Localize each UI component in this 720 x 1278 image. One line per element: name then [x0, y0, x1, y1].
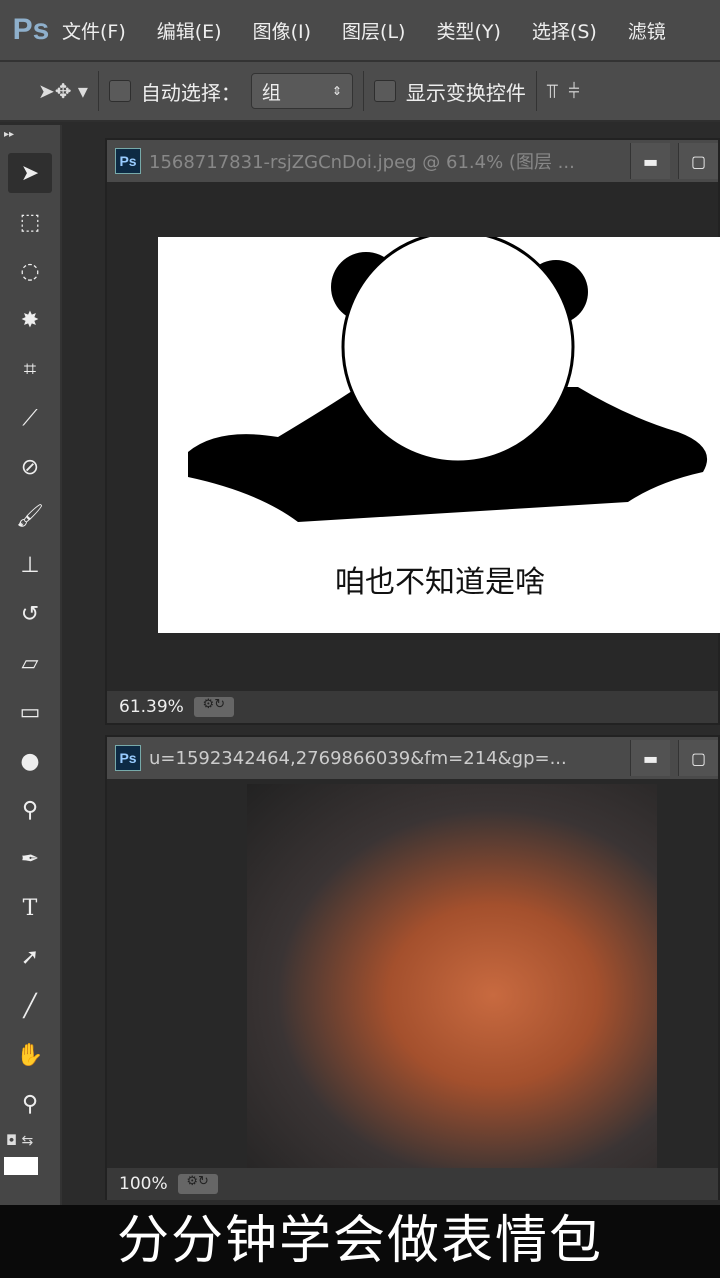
maximize-button[interactable]: ▢: [678, 740, 718, 776]
document-canvas[interactable]: [107, 779, 718, 1168]
zoom-tool-icon[interactable]: ⚲: [8, 1084, 52, 1124]
move-tool-preset-icon[interactable]: ➤✥ ▾: [38, 79, 88, 103]
status-menu-icon[interactable]: ⚙↻: [177, 1174, 218, 1194]
magic-wand-icon[interactable]: ✸: [8, 300, 52, 340]
document-window-2: Ps u=1592342464,2769866039&fm=214&gp=...…: [105, 735, 720, 1200]
photoshop-logo: Ps: [12, 13, 50, 46]
status-menu-icon[interactable]: ⚙↻: [193, 697, 234, 717]
menu-select[interactable]: 选择(S): [532, 17, 597, 44]
auto-select-checkbox[interactable]: [108, 80, 131, 102]
document-title: u=1592342464,2769866039&fm=214&gp=...: [149, 747, 567, 769]
menu-layer[interactable]: 图层(L): [342, 17, 405, 44]
dodge-tool-icon[interactable]: ⚲: [8, 790, 52, 830]
maximize-button[interactable]: ▢: [678, 143, 718, 179]
zoom-level[interactable]: 100%: [119, 1174, 168, 1194]
healing-brush-icon[interactable]: ⊘: [8, 447, 52, 487]
minimize-button[interactable]: ▬: [630, 740, 670, 776]
divider: [97, 71, 99, 111]
eyedropper-icon[interactable]: ⟋: [8, 398, 52, 438]
dropdown-value: 组: [261, 81, 281, 104]
document-window-1: Ps 1568717831-rsjZGCnDoi.jpeg @ 61.4% (图…: [105, 138, 720, 725]
auto-select-dropdown[interactable]: 组 ⇕: [250, 73, 353, 109]
lasso-tool-icon[interactable]: ◌: [8, 251, 52, 291]
document-title: 1568717831-rsjZGCnDoi.jpeg @ 61.4% (图层 .…: [149, 152, 575, 173]
clone-stamp-icon[interactable]: ⊥: [8, 545, 52, 585]
document-canvas[interactable]: 咱也不知道是啥: [107, 182, 720, 691]
brush-tool-icon[interactable]: 🖌: [8, 496, 52, 536]
menu-type[interactable]: 类型(Y): [436, 17, 500, 44]
menu-edit[interactable]: 编辑(E): [157, 17, 222, 44]
document-titlebar[interactable]: Ps u=1592342464,2769866039&fm=214&gp=...…: [107, 737, 718, 779]
type-tool-icon[interactable]: T: [8, 888, 52, 928]
divider: [362, 71, 364, 111]
show-transform-label: 显示变换控件: [405, 80, 526, 105]
auto-select-label: 自动选择：: [140, 80, 241, 105]
align-top-icon[interactable]: ⫪: [547, 79, 558, 103]
status-bar: 100% ⚙↻: [107, 1168, 718, 1200]
divider: [535, 71, 537, 111]
panda-illustration: [188, 230, 708, 522]
move-tool-icon[interactable]: ➤: [8, 153, 52, 193]
options-bar: ➤✥ ▾ 自动选择： 组 ⇕ 显示变换控件 ⫪ ⫩: [0, 62, 720, 122]
line-tool-icon[interactable]: ╱: [8, 986, 52, 1026]
menu-bar: Ps 文件(F) 编辑(E) 图像(I) 图层(L) 类型(Y) 选择(S) 滤…: [0, 0, 720, 62]
updown-icon: ⇕: [331, 84, 342, 98]
laughing-man-photo: [247, 784, 657, 1168]
eraser-icon[interactable]: ▱: [8, 643, 52, 683]
tools-panel: ▸▸ ➤ ⬚ ◌ ✸ ⌗ ⟋ ⊘ 🖌 ⊥ ↺ ▱ ▭ ● ⚲ ✒ T ➚ ╱ ✋…: [0, 125, 62, 1215]
ps-file-icon: Ps: [115, 745, 141, 771]
hand-tool-icon[interactable]: ✋: [8, 1035, 52, 1075]
crop-tool-icon[interactable]: ⌗: [8, 349, 52, 389]
collapse-icon[interactable]: ▸▸: [0, 125, 60, 153]
menu-image[interactable]: 图像(I): [253, 17, 311, 44]
align-middle-icon[interactable]: ⫩: [568, 79, 579, 103]
path-selection-icon[interactable]: ➚: [8, 937, 52, 977]
foreground-color-swatch[interactable]: [4, 1157, 38, 1175]
blur-tool-icon[interactable]: ●: [8, 741, 52, 781]
menu-filter[interactable]: 滤镜: [628, 17, 666, 44]
meme-caption: 咱也不知道是啥: [335, 565, 545, 600]
minimize-button[interactable]: ▬: [630, 143, 670, 179]
zoom-level[interactable]: 61.39%: [119, 697, 184, 717]
video-caption: 分分钟学会做表情包: [0, 1205, 720, 1278]
document-titlebar[interactable]: Ps 1568717831-rsjZGCnDoi.jpeg @ 61.4% (图…: [107, 140, 718, 182]
menu-file[interactable]: 文件(F): [62, 17, 126, 44]
pen-tool-icon[interactable]: ✒: [8, 839, 52, 879]
ps-file-icon: Ps: [115, 148, 141, 174]
history-brush-icon[interactable]: ↺: [8, 594, 52, 634]
gradient-tool-icon[interactable]: ▭: [8, 692, 52, 732]
show-transform-checkbox[interactable]: [373, 80, 396, 102]
status-bar: 61.39% ⚙↻: [107, 691, 718, 723]
swap-colors-icon[interactable]: ◘ ⇆: [0, 1133, 60, 1157]
marquee-tool-icon[interactable]: ⬚: [8, 202, 52, 242]
panda-meme-image: 咱也不知道是啥: [158, 230, 720, 633]
